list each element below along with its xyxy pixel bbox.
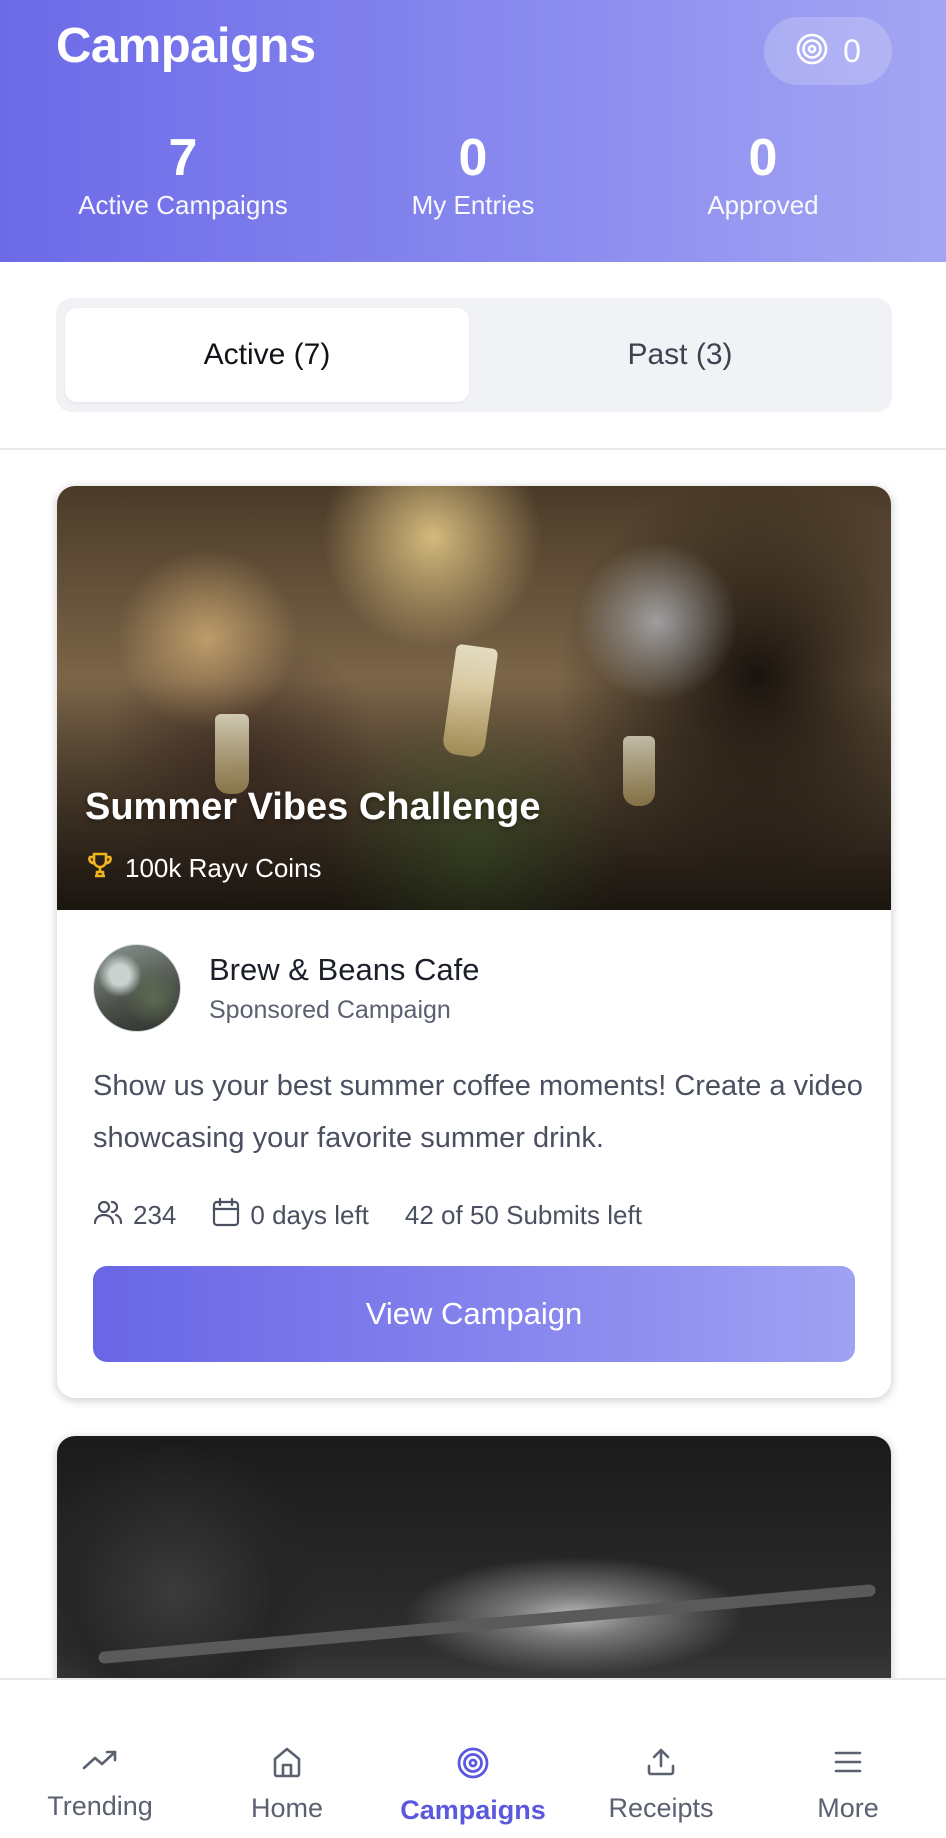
submits-left-text: 42 of 50 Submits left: [404, 1199, 642, 1230]
stat-my-entries: 0 My Entries: [313, 128, 633, 220]
target-icon: [795, 32, 829, 71]
campaign-reward: 100k Rayv Coins: [85, 850, 322, 887]
tabs-section: Active (7) Past (3): [0, 262, 946, 450]
sponsor-row: Brew & Beans Cafe Sponsored Campaign: [93, 944, 853, 1034]
tab-active[interactable]: Active (7): [65, 308, 469, 402]
nav-label: Trending: [47, 1791, 153, 1821]
campaigns-header: Campaigns 0 7 Active Campaigns 0 My Entr…: [0, 0, 946, 262]
trending-icon: [82, 1746, 118, 1781]
users-icon: [93, 1197, 123, 1234]
trophy-icon: [85, 850, 115, 887]
tab-past[interactable]: Past (3): [478, 308, 882, 402]
home-icon: [271, 1746, 303, 1783]
bottom-navigation: Trending Home Campaigns Receipts More: [0, 1678, 946, 1838]
stat-label: Approved: [707, 190, 819, 220]
days-left-text: 0 days left: [250, 1199, 369, 1230]
nav-label: Campaigns: [400, 1795, 546, 1825]
nav-item-more[interactable]: More: [753, 1680, 943, 1838]
calendar-icon: [212, 1197, 240, 1234]
nav-label: Home: [250, 1793, 324, 1823]
stat-label: Active Campaigns: [78, 190, 288, 220]
menu-icon: [832, 1746, 864, 1783]
segmented-tabs: Active (7) Past (3): [56, 298, 892, 412]
target-count: 0: [843, 32, 861, 69]
campaign-meta: 234 0 days left 42 of 50 Submits left: [93, 1194, 678, 1236]
campaign-description: Show us your best summer coffee moments!…: [93, 1070, 863, 1154]
sponsor-avatar: [93, 944, 181, 1032]
reward-text: 100k Rayv Coins: [125, 853, 322, 883]
stat-value: 0: [458, 129, 488, 187]
sponsor-type: Sponsored Campaign: [209, 996, 451, 1024]
page-title: Campaigns: [56, 19, 316, 73]
stat-approved: 0 Approved: [603, 128, 923, 220]
campaign-card[interactable]: Summer Vibes Challenge 100k Rayv Coins B…: [57, 486, 891, 1398]
nav-item-trending[interactable]: Trending: [5, 1680, 195, 1838]
campaign-title: Summer Vibes Challenge: [85, 786, 541, 828]
upload-icon: [645, 1746, 677, 1783]
submits-left-meta: 42 of 50 Submits left: [405, 1200, 642, 1231]
barbell-shape: [97, 1584, 877, 1664]
target-count-button[interactable]: 0: [764, 17, 892, 85]
nav-label: Receipts: [608, 1793, 714, 1823]
nav-label: More: [817, 1793, 879, 1823]
nav-item-campaigns[interactable]: Campaigns: [378, 1680, 568, 1838]
view-campaign-button[interactable]: View Campaign: [93, 1266, 855, 1362]
stat-active-campaigns: 7 Active Campaigns: [23, 128, 343, 220]
stat-value: 0: [748, 129, 778, 187]
stat-value: 7: [168, 129, 198, 187]
participants-meta: 234: [93, 1197, 176, 1234]
stat-label: My Entries: [411, 190, 535, 220]
target-icon: [456, 1746, 490, 1785]
days-left-meta: 0 days left: [212, 1197, 369, 1234]
nav-item-home[interactable]: Home: [192, 1680, 382, 1838]
participants-count: 234: [133, 1199, 177, 1230]
sponsor-name: Brew & Beans Cafe: [209, 952, 480, 987]
nav-item-receipts[interactable]: Receipts: [566, 1680, 756, 1838]
